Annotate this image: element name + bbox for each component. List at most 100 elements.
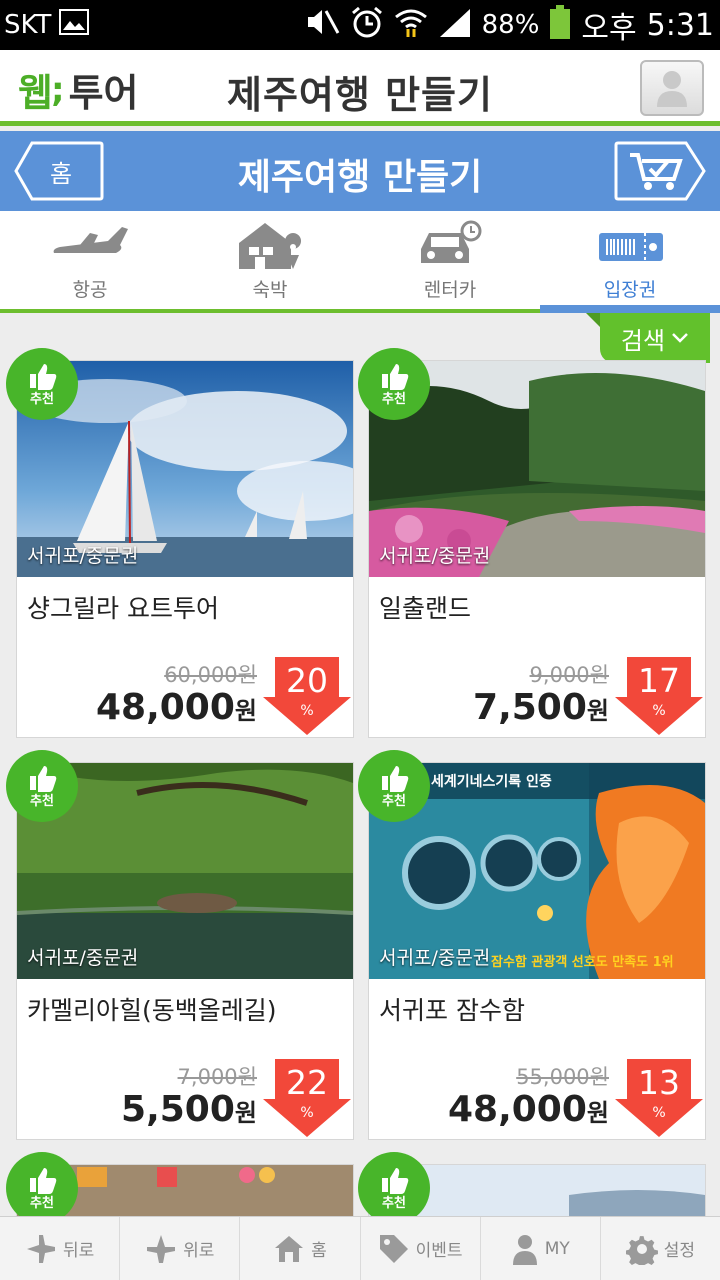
- submarine-banner-top: 세계기네스기록 인증: [431, 774, 552, 790]
- product-name: 카멜리아힐(동백올레길): [27, 996, 277, 1025]
- sale-price-value: 7,500: [473, 687, 587, 728]
- sale-price: 48,000원: [96, 687, 257, 728]
- home-icon: [275, 1235, 304, 1262]
- recommended-badge: 추천: [358, 348, 430, 420]
- person-silhouette-icon: [657, 71, 687, 107]
- thumbs-up-icon: [30, 765, 57, 792]
- sale-price-value: 48,000: [447, 1089, 587, 1130]
- my-page-label: MY: [544, 1238, 570, 1259]
- product-name: 샹그릴라 요트투어: [27, 594, 219, 623]
- original-price: 60,000원: [164, 663, 257, 687]
- person-icon: [512, 1234, 537, 1265]
- event-button[interactable]: 이벤트: [361, 1217, 481, 1280]
- currency-unit: 원: [586, 1099, 609, 1127]
- product-card[interactable]: 서귀포/중문권 카멜리아힐(동백올레길) 7,000원 5,500원 22 %: [16, 762, 354, 1140]
- percent-sign: %: [652, 703, 666, 719]
- plane-back-icon: [26, 1234, 55, 1263]
- bottom-navigation: 뒤로 위로 홈 이벤트 MY 설정: [0, 1216, 720, 1280]
- product-region: 서귀포/중문권: [27, 545, 139, 567]
- nav-bar-title: 제주여행 만들기: [237, 157, 483, 198]
- currency-unit: 원: [586, 697, 609, 725]
- search-button-label: 검색: [620, 326, 666, 355]
- search-button[interactable]: 검색: [586, 313, 710, 363]
- carrier-label: SKT: [4, 10, 52, 40]
- badge-label: 추천: [382, 1195, 406, 1211]
- event-label: 이벤트: [415, 1241, 463, 1261]
- plane-up-icon: [147, 1234, 176, 1263]
- discount-badge: 22 %: [263, 1059, 351, 1137]
- user-profile-button[interactable]: [640, 60, 704, 116]
- badge-label: 추천: [382, 391, 406, 407]
- thumbs-up-icon: [30, 1167, 57, 1194]
- tab-lodging[interactable]: 숙박: [180, 211, 360, 309]
- app-header: 웹 ; 투어 제주여행 만들기: [0, 50, 720, 126]
- discount-percent: 20: [286, 661, 328, 700]
- car-icon: [421, 220, 482, 263]
- tab-label: 항공: [72, 279, 108, 301]
- percent-sign: %: [652, 1105, 666, 1121]
- thumbs-up-icon: [382, 1167, 409, 1194]
- tab-rentcar[interactable]: 렌터카: [360, 211, 540, 309]
- submarine-banner-bottom: 잠수함 관광객 선호도 만족도 1위: [491, 955, 674, 970]
- my-page-button[interactable]: MY: [481, 1217, 601, 1280]
- back-button[interactable]: 뒤로: [0, 1217, 121, 1280]
- sale-price-value: 48,000: [95, 687, 235, 728]
- recommended-badge: 추천: [6, 348, 78, 420]
- badge-label: 추천: [30, 1195, 54, 1211]
- tab-flight[interactable]: 항공: [0, 211, 180, 309]
- status-bar: SKT 88% 오후 5:31: [0, 0, 720, 50]
- cart-button[interactable]: [614, 141, 706, 201]
- discount-badge: 20 %: [263, 657, 351, 735]
- discount-percent: 17: [638, 661, 680, 700]
- home-nav-label: 홈: [311, 1241, 327, 1261]
- thumbs-up-icon: [382, 765, 409, 792]
- airplane-icon: [53, 227, 128, 253]
- recommended-badge: 추천: [6, 1152, 78, 1224]
- percent-sign: %: [300, 1105, 314, 1121]
- original-price: 55,000원: [516, 1065, 609, 1089]
- product-region: 서귀포/중문권: [27, 947, 139, 969]
- category-tabs: 항공 숙박 렌터카 입장권: [0, 211, 720, 313]
- chevron-down-icon: [672, 333, 688, 343]
- back-label: 뒤로: [62, 1241, 95, 1261]
- discount-percent: 13: [638, 1063, 680, 1102]
- product-name: 서귀포 잠수함: [379, 996, 525, 1025]
- product-card[interactable]: 서귀포/중문권 샹그릴라 요트투어 60,000원 48,000원 20 %: [16, 360, 354, 738]
- recommended-badge: 추천: [358, 750, 430, 822]
- home-nav-button[interactable]: 홈: [240, 1217, 361, 1280]
- settings-label: 설정: [663, 1241, 696, 1261]
- tab-tickets[interactable]: 입장권: [540, 211, 720, 313]
- tab-label: 입장권: [603, 279, 657, 301]
- product-card[interactable]: 서귀포/중문권 일출랜드 9,000원 7,500원 17 %: [368, 360, 706, 738]
- product-card[interactable]: 세계기네스기록 인증 잠수함 관광객 선호도 만족도 1위 서귀포/중문권 서귀…: [368, 762, 706, 1140]
- page-title: 제주여행 만들기: [227, 73, 493, 117]
- recommended-badge: 추천: [358, 1152, 430, 1224]
- product-region: 서귀포/중문권: [379, 545, 491, 567]
- original-price: 9,000원: [529, 663, 609, 687]
- signal-icon: [438, 7, 472, 44]
- product-name: 일출랜드: [379, 594, 472, 623]
- discount-percent: 22: [286, 1063, 328, 1102]
- discount-badge: 17 %: [615, 657, 703, 735]
- sale-price: 7,500원: [473, 687, 609, 728]
- scroll-top-button[interactable]: 위로: [120, 1217, 241, 1280]
- badge-label: 추천: [30, 793, 54, 809]
- ticket-icon: [599, 233, 663, 261]
- mute-icon: [304, 7, 340, 44]
- currency-unit: 원: [234, 697, 257, 725]
- battery-percent: 88%: [481, 10, 540, 40]
- sale-price-value: 5,500: [121, 1089, 235, 1130]
- gear-icon: [625, 1235, 658, 1265]
- navigation-bar: 홈 제주여행 만들기: [0, 131, 720, 211]
- sale-price: 5,500원: [121, 1089, 257, 1130]
- thumbs-up-icon: [382, 363, 409, 390]
- time-ampm: 오후: [581, 11, 637, 46]
- thumbs-up-icon: [30, 363, 57, 390]
- tab-label: 렌터카: [423, 279, 477, 301]
- wifi-icon: [394, 7, 428, 44]
- sale-price: 48,000원: [448, 1089, 609, 1130]
- house-pin-icon: [239, 223, 302, 269]
- product-region: 서귀포/중문권: [379, 947, 491, 969]
- settings-button[interactable]: 설정: [601, 1217, 720, 1280]
- alarm-icon: [350, 5, 384, 46]
